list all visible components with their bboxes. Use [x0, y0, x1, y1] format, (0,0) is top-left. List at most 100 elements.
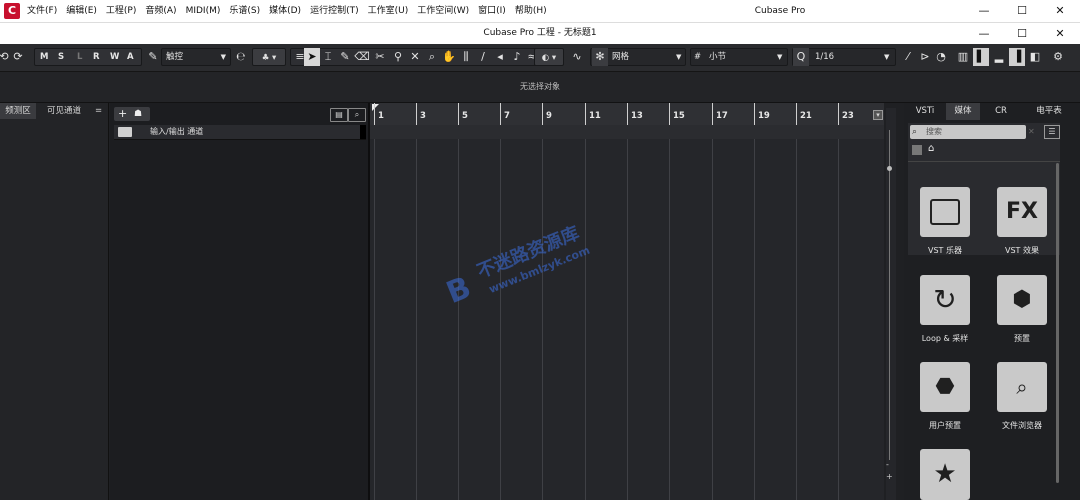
- menu-edit[interactable]: 编辑(E): [66, 0, 97, 22]
- menu-audio[interactable]: 音频(A): [145, 0, 176, 22]
- drumstick-tool-icon[interactable]: ♪: [509, 48, 525, 66]
- mute-button[interactable]: M: [40, 48, 48, 66]
- grid-line: [838, 125, 839, 500]
- clear-search-icon[interactable]: ✕: [1028, 125, 1035, 139]
- menu-workspaces[interactable]: 工作空间(W): [417, 0, 469, 22]
- quantize-settings-icon[interactable]: ◔: [933, 48, 949, 66]
- grid-line: [754, 125, 755, 500]
- project-maximize-button[interactable]: ☐: [1002, 23, 1042, 45]
- listen-button[interactable]: L: [77, 48, 82, 66]
- grid-line: [796, 125, 797, 500]
- iterative-quantize-icon[interactable]: ⁄: [900, 48, 916, 66]
- quantize-icon[interactable]: Q: [793, 48, 809, 66]
- zoom-tool-icon[interactable]: ⌕: [424, 48, 440, 66]
- grid-line: [669, 125, 670, 500]
- menu-window[interactable]: 窗口(I): [478, 0, 506, 22]
- tab-control-room[interactable]: CR: [984, 103, 1018, 120]
- close-button[interactable]: ✕: [1040, 0, 1080, 22]
- right-zone-scrollbar[interactable]: [1056, 163, 1059, 483]
- write-button[interactable]: W: [110, 48, 119, 66]
- file-browser-icon[interactable]: ⌕: [997, 362, 1047, 412]
- ruler-dropdown-icon[interactable]: ▾: [873, 110, 883, 120]
- zoom-slider-handle[interactable]: [887, 166, 892, 171]
- tab-visibility[interactable]: 可见通道: [40, 103, 88, 119]
- ruler-bar: 5: [458, 103, 468, 125]
- quantize-apply-icon[interactable]: ⊳: [917, 48, 933, 66]
- back-button[interactable]: [912, 145, 922, 155]
- pencil-tool-icon[interactable]: ✎: [337, 48, 353, 66]
- menu-midi[interactable]: MIDI(M): [186, 0, 221, 22]
- control-room-icon[interactable]: ◧: [1027, 48, 1043, 66]
- home-icon[interactable]: ⌂: [928, 143, 934, 154]
- add-track-icon[interactable]: +: [118, 107, 127, 121]
- line-tool-icon[interactable]: /: [475, 48, 491, 66]
- tab-inspector[interactable]: 频测区: [0, 103, 36, 119]
- project-title-bar: Cubase Pro 工程 - 无标题1 — ☐ ✕: [0, 22, 1080, 44]
- left-zone-icon[interactable]: ▌: [973, 48, 989, 66]
- automation-mode-dropdown[interactable]: 触控 ▼: [161, 48, 231, 66]
- menu-studio[interactable]: 工作室(U): [368, 0, 409, 22]
- zoom-in-icon[interactable]: +: [886, 472, 893, 481]
- menu-list: 文件(F) 编辑(E) 工程(P) 音频(A) MIDI(M) 乐谱(S) 媒体…: [27, 0, 556, 22]
- auto-scroll-icon[interactable]: ∿: [569, 48, 585, 66]
- tab-media[interactable]: 媒体: [946, 103, 980, 120]
- project-close-button[interactable]: ✕: [1040, 23, 1080, 45]
- mute-tool-icon[interactable]: ✕: [407, 48, 423, 66]
- search-icon[interactable]: ⌕: [348, 108, 366, 122]
- zoom-out-icon[interactable]: -: [886, 460, 889, 469]
- right-zone-icon[interactable]: ▐: [1009, 48, 1025, 66]
- show-inspector-icon[interactable]: ▥: [955, 48, 971, 66]
- split-tool-icon[interactable]: ✂: [372, 48, 388, 66]
- lower-zone-icon[interactable]: ▂: [991, 48, 1007, 66]
- maximize-button[interactable]: ☐: [1002, 0, 1042, 22]
- tab-vsti[interactable]: VSTi: [908, 103, 942, 120]
- menu-file[interactable]: 文件(F): [27, 0, 57, 22]
- minimize-button[interactable]: —: [964, 0, 1004, 22]
- chevron-down-icon: ▼: [777, 53, 783, 61]
- glue-tool-icon[interactable]: ⚲: [390, 48, 406, 66]
- automation-mode-value: 触控: [166, 52, 184, 62]
- timeline-ruler[interactable]: 1 3 5 7 9 11 13 15 17 19 21 23 ▾: [370, 103, 884, 126]
- read-button[interactable]: R: [93, 48, 100, 66]
- play-tool-icon[interactable]: ◂: [492, 48, 508, 66]
- snap-icon[interactable]: ✻: [592, 48, 608, 66]
- erase-tool-icon[interactable]: ⌫: [354, 48, 370, 66]
- menu-lines-icon[interactable]: =: [95, 103, 105, 119]
- hand-tool-icon[interactable]: ✋: [441, 48, 457, 66]
- presets-icon[interactable]: ⬢: [997, 275, 1047, 325]
- range-selection-icon[interactable]: ⌶: [320, 48, 336, 66]
- io-track-lane[interactable]: [370, 125, 884, 139]
- gear-icon[interactable]: ⚙: [1050, 48, 1066, 66]
- loop-icon[interactable]: ↻: [920, 275, 970, 325]
- automation-button[interactable]: A: [127, 48, 134, 66]
- menu-project[interactable]: 工程(P): [106, 0, 136, 22]
- color-tool-button[interactable]: ♣ ▾: [252, 48, 286, 66]
- list-view-icon[interactable]: ☰: [1044, 125, 1060, 139]
- ruler-bar: 13: [627, 103, 643, 125]
- favorites-star-icon[interactable]: ★: [920, 449, 970, 500]
- ruler-bar: 11: [585, 103, 601, 125]
- user-presets-icon[interactable]: ⬣: [920, 362, 970, 412]
- tile-label: VST 效果: [1005, 246, 1039, 255]
- ruler-bar: 1: [374, 103, 384, 125]
- project-minimize-button[interactable]: —: [964, 23, 1004, 45]
- comp-tool-icon[interactable]: ⫼: [458, 48, 474, 66]
- menu-score[interactable]: 乐谱(S): [229, 0, 260, 22]
- object-selection-tool-icon[interactable]: ➤: [304, 48, 320, 66]
- tab-meter[interactable]: 电平表: [1024, 103, 1074, 120]
- redo-icon[interactable]: ⟳: [10, 48, 26, 66]
- tile-vst-instruments[interactable]: [920, 187, 970, 237]
- left-zone: 频测区 可见通道 =: [0, 103, 109, 500]
- menu-media[interactable]: 媒体(D): [269, 0, 301, 22]
- add-folder-icon[interactable]: ☗: [134, 107, 142, 121]
- menu-help[interactable]: 帮助(H): [515, 0, 547, 22]
- fx-icon[interactable]: FX: [997, 187, 1047, 237]
- search-input[interactable]: 搜索: [910, 125, 1026, 139]
- suspend-icon[interactable]: ℮: [233, 48, 249, 66]
- menu-transport[interactable]: 运行控制(T): [310, 0, 359, 22]
- track-list-view-icon[interactable]: ▤: [330, 108, 348, 122]
- solo-button[interactable]: S: [58, 48, 64, 66]
- grid-resolution-dropdown[interactable]: [690, 48, 788, 66]
- track-list: + ☗ ▤ ⌕ 输入/输出 通道: [110, 103, 370, 500]
- color-dropdown[interactable]: ◐ ▾: [534, 48, 564, 66]
